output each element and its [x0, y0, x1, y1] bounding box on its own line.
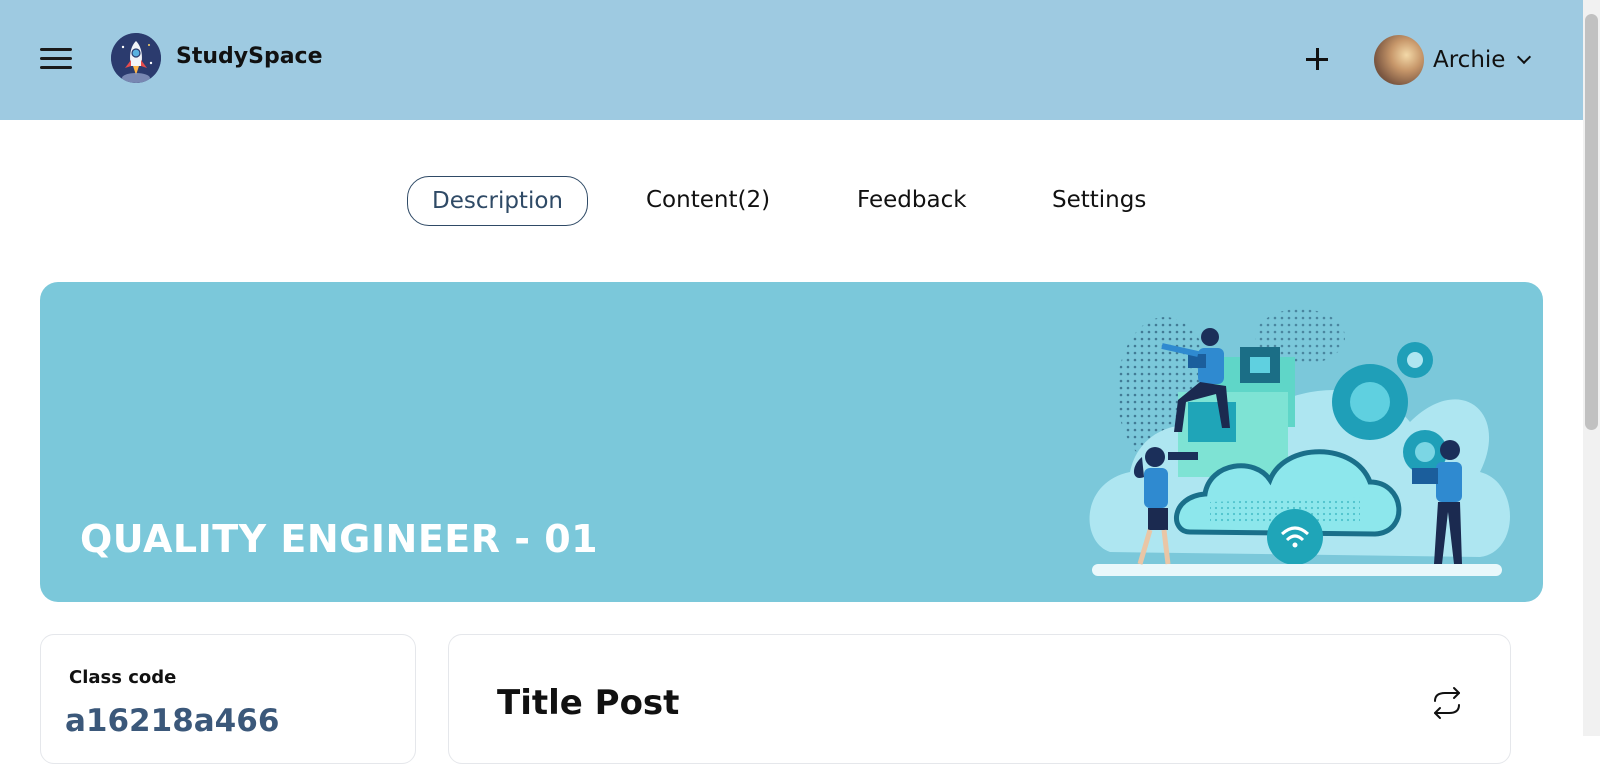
post-card: Title Post	[448, 634, 1511, 764]
tab-description[interactable]: Description	[407, 176, 588, 226]
user-name: Archie	[1433, 47, 1506, 73]
hamburger-menu-icon[interactable]	[36, 44, 76, 74]
scrollbar-thumb[interactable]	[1585, 14, 1598, 430]
repeat-icon[interactable]	[1427, 683, 1467, 723]
tab-settings[interactable]: Settings	[1052, 176, 1146, 226]
avatar[interactable]	[1374, 35, 1424, 85]
top-navigation-bar: StudySpace Archie	[0, 0, 1583, 120]
class-banner: QUALITY ENGINEER - 01	[40, 282, 1543, 602]
class-code-label: Class code	[69, 667, 177, 688]
plus-icon[interactable]	[1300, 42, 1334, 76]
class-title: QUALITY ENGINEER - 01	[80, 517, 599, 561]
class-code-card: Class code a16218a466	[40, 634, 416, 764]
post-title: Title Post	[497, 683, 680, 723]
tab-feedback[interactable]: Feedback	[857, 176, 967, 226]
brand-name[interactable]: StudySpace	[176, 44, 323, 69]
cloud-collaboration-illustration	[1089, 309, 1510, 576]
class-code-value[interactable]: a16218a466	[65, 703, 279, 739]
tab-content[interactable]: Content(2)	[646, 176, 770, 226]
vertical-scrollbar[interactable]	[1583, 0, 1600, 736]
rocket-logo-icon[interactable]	[111, 33, 161, 83]
user-menu[interactable]: Archie	[1374, 34, 1532, 86]
tab-bar: Description Content(2) Feedback Settings	[0, 176, 1583, 226]
chevron-down-icon[interactable]	[1517, 49, 1532, 65]
